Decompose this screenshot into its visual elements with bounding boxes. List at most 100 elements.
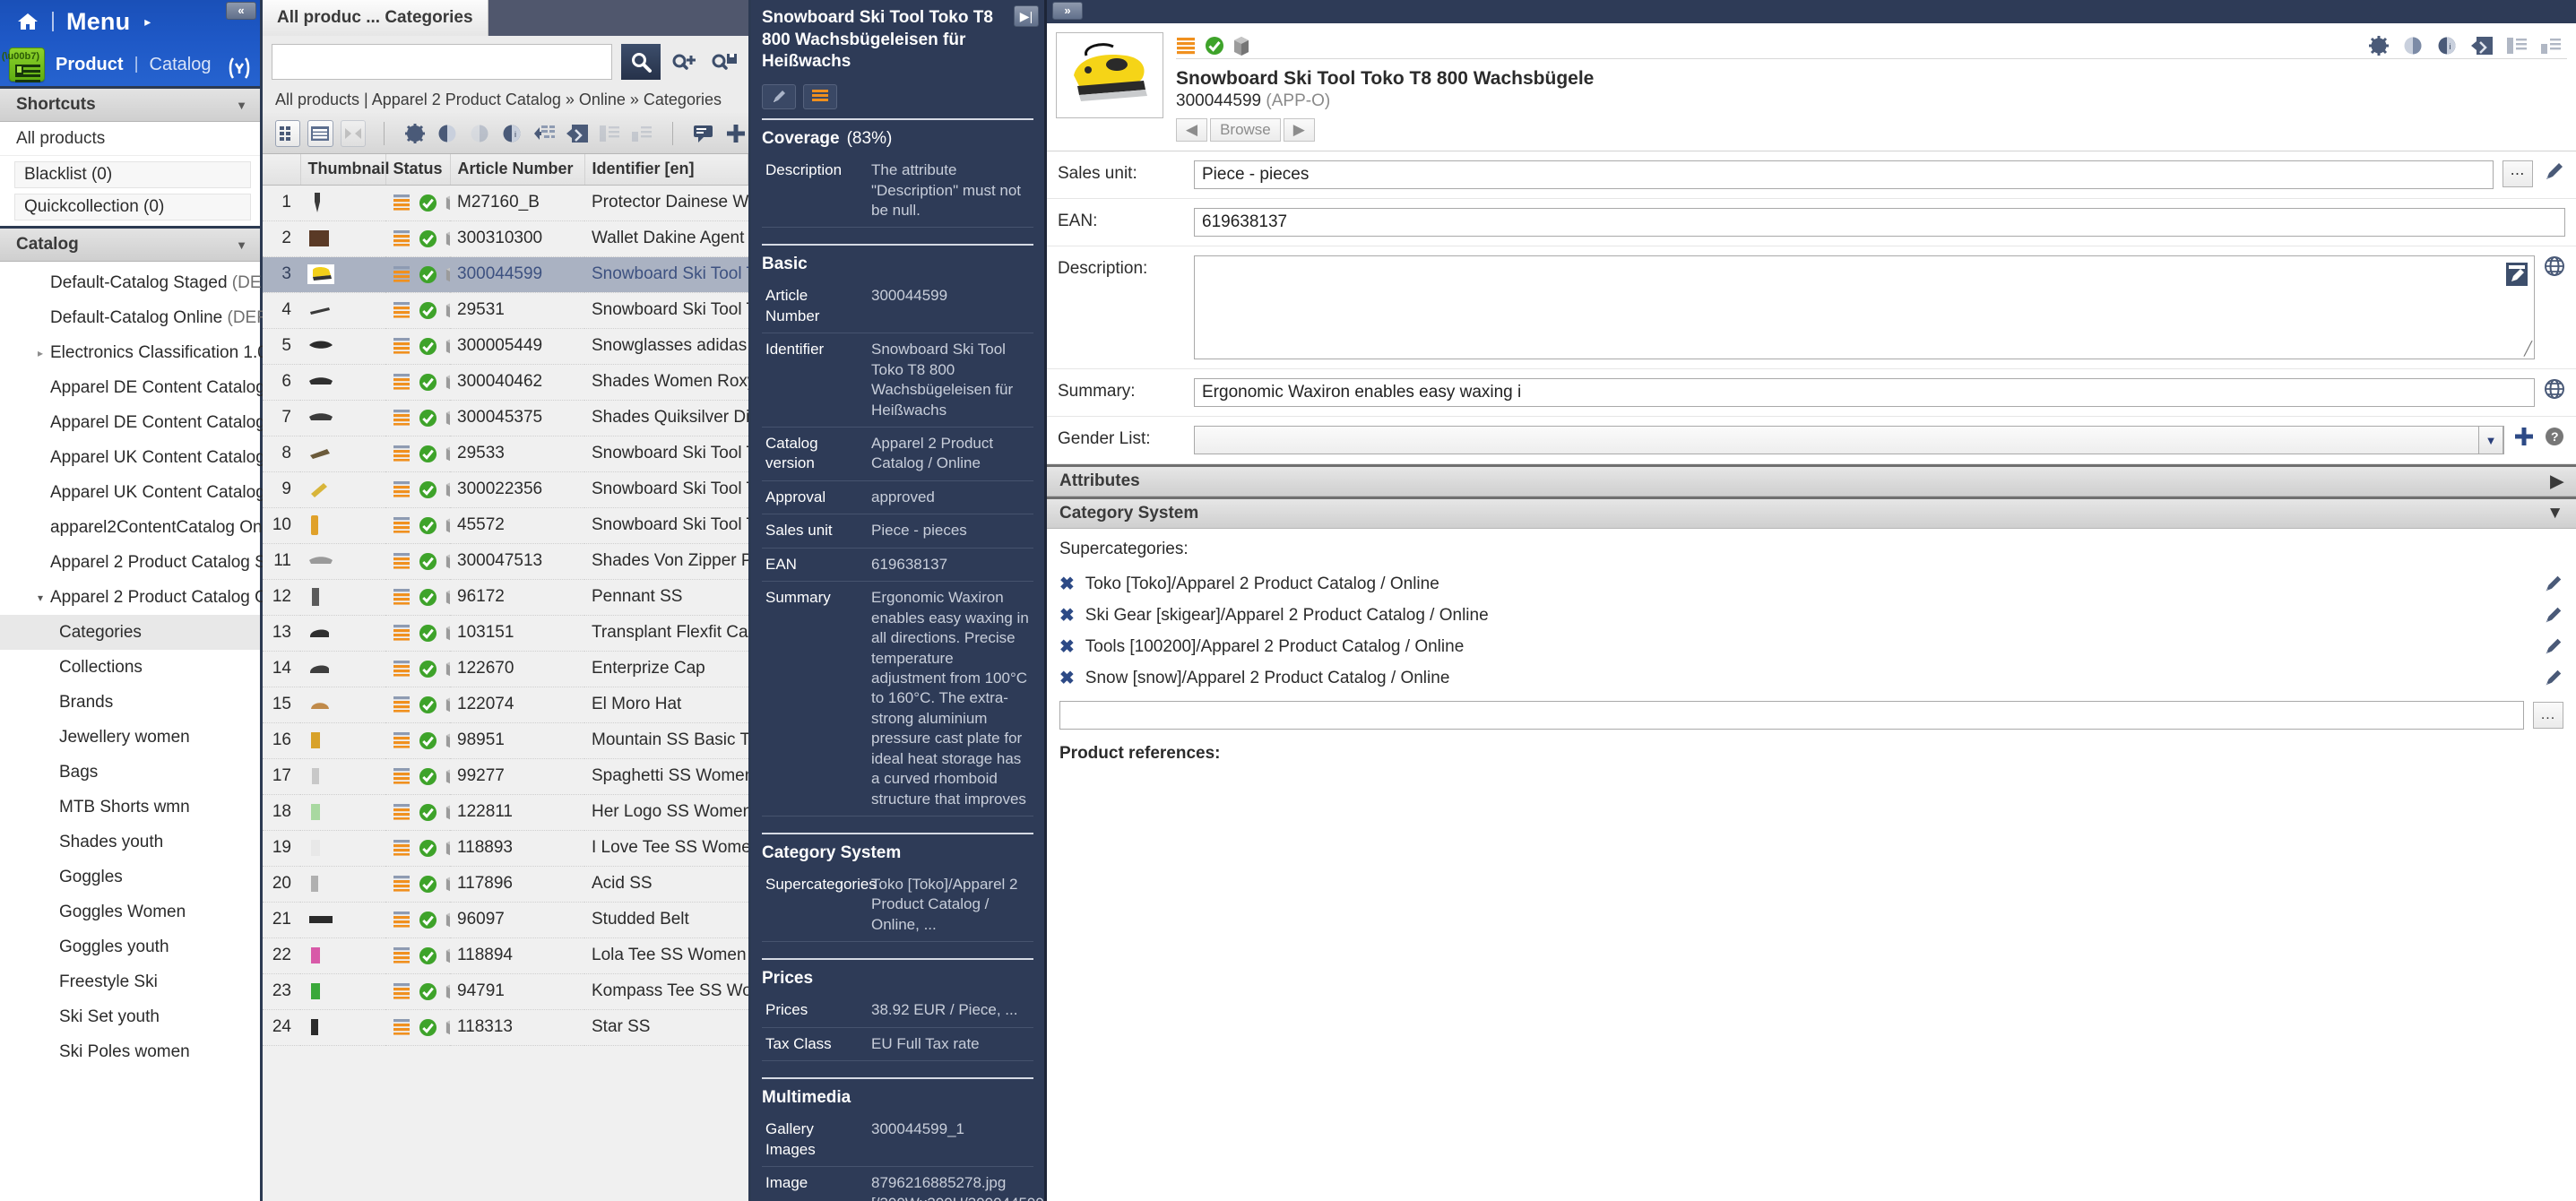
table-row[interactable]: 23 94791Kompass Tee SS Women (263, 973, 748, 1010)
table-column-header[interactable] (263, 154, 301, 186)
browse-label[interactable]: Browse (1210, 118, 1281, 142)
export-pdf-icon[interactable] (2470, 35, 2494, 56)
table-row[interactable]: 24 118313 Star SS (263, 1009, 748, 1046)
comment-icon[interactable] (691, 120, 716, 147)
catalog-tree-item[interactable]: Apparel DE Content Catalog Online (APP-O… (0, 405, 388, 440)
catalog-tree-item[interactable]: Jewellery women (0, 720, 260, 755)
shortcuts-section-header[interactable]: Shortcuts ▼ (0, 86, 260, 122)
sales-unit-input[interactable]: Piece - pieces (1194, 160, 2494, 189)
pencil-icon[interactable] (2542, 160, 2565, 184)
catalog-tree-item[interactable]: Shades youth (0, 825, 260, 860)
browse-next-button[interactable]: ▶ (1283, 118, 1315, 142)
table-row[interactable]: 14 122670 Enterprize Cap (263, 651, 748, 687)
catalog-tree-item[interactable]: ▸Electronics Classification 1.0 (ELE-1) (0, 335, 331, 370)
list-view-icon[interactable] (307, 119, 333, 147)
table-column-header[interactable]: Status (385, 154, 451, 186)
table-row[interactable]: 10 45572Snowboard Ski Tool Toko Waxremove… (263, 507, 748, 544)
accordion-attributes[interactable]: Attributes ▶ (1047, 464, 2576, 497)
add-icon[interactable] (723, 120, 748, 147)
table-row[interactable]: 19 118893 I Love Tee SS Women (263, 830, 748, 867)
summary-input[interactable]: Ergonomic Waxiron enables easy waxing i (1194, 378, 2535, 407)
catalog-tree-item[interactable]: apparel2ContentCatalog Online (APP-O) (0, 510, 358, 545)
help-icon[interactable]: ? (2544, 426, 2565, 447)
indent-right-icon[interactable] (2506, 36, 2528, 56)
table-column-header[interactable]: Article Number (450, 154, 585, 186)
sync-icon[interactable] (532, 120, 557, 147)
table-row[interactable]: 12 96172 Pennant SS (263, 579, 748, 616)
collapse-view-icon[interactable] (340, 119, 366, 147)
table-row[interactable]: 21 96097 Studded Belt (263, 902, 748, 938)
search-add-icon[interactable] (670, 47, 700, 77)
pencil-icon[interactable] (2542, 668, 2563, 689)
chevron-down-icon[interactable]: ▼ (2546, 504, 2563, 523)
supercategory-picker-button[interactable]: ... (2533, 702, 2563, 729)
pencil-icon[interactable] (2542, 636, 2563, 658)
remove-supercategory-icon[interactable]: ✖ (1059, 667, 1075, 689)
globe-icon[interactable] (2544, 255, 2565, 277)
expand-panel-button[interactable]: ▶| (1014, 5, 1039, 27)
catalog-tree-item[interactable]: Ski Set youth (0, 999, 260, 1034)
catalog-tree-item[interactable]: Goggles (0, 860, 260, 894)
table-column-header[interactable]: Identifier [en] (584, 154, 748, 186)
menu-label[interactable]: Menu (66, 8, 130, 36)
table-row[interactable]: 18 122811 Her Logo SS Women (263, 794, 748, 831)
pencil-icon[interactable] (2542, 574, 2563, 595)
add-icon[interactable] (2513, 426, 2535, 447)
table-row[interactable]: 13 103151 Transplant Flexfit Cap (263, 615, 748, 652)
catalog-tree-item[interactable]: Goggles youth (0, 929, 260, 964)
gender-list-select[interactable]: ▼ (1194, 426, 2504, 454)
home-icon[interactable] (16, 12, 39, 31)
chevron-right-icon[interactable]: ▶ (2550, 471, 2563, 492)
search-input[interactable] (272, 44, 612, 80)
catalog-tree-item[interactable]: Categories (0, 615, 260, 650)
table-row[interactable]: 5 300005449Snowglasses adidas eyewear Yod… (263, 328, 748, 365)
table-row[interactable]: 20 117896 Acid SS (263, 866, 748, 903)
table-row[interactable]: 3 300044599Snowboard Ski Tool Toko T8 800… (263, 256, 748, 293)
table-row[interactable]: 15 122074 El Moro Hat (263, 687, 748, 723)
remove-supercategory-icon[interactable]: ✖ (1059, 635, 1075, 658)
tab-all-products-categories[interactable]: All produc ... Categories (263, 0, 488, 36)
ean-input[interactable]: 619638137 (1194, 208, 2565, 237)
table-row[interactable]: 17 99277 Spaghetti SS Women (263, 758, 748, 795)
search-button[interactable] (621, 44, 661, 80)
chevron-down-icon[interactable]: ▼ (236, 99, 247, 112)
chevron-right-icon[interactable]: ▸ (144, 14, 151, 30)
pencil-icon[interactable] (762, 84, 796, 110)
indent-right-icon[interactable] (597, 120, 622, 147)
catalog-tree-item[interactable]: Ski Poles women (0, 1034, 260, 1069)
table-row[interactable]: 9 300022356Snowboard Ski Tool Toko Ergo S… (263, 471, 748, 508)
table-row[interactable]: 11 300047513Shades Von Zipper Papa G whit… (263, 543, 748, 580)
contrast-info-icon[interactable]: i (499, 120, 524, 147)
catalog-tree-item[interactable]: Freestyle Ski (0, 964, 260, 999)
catalog-tree-item[interactable]: Apparel UK Content Catalog Online (APP-O… (0, 475, 388, 510)
grid-view-icon[interactable] (275, 119, 301, 147)
table-row[interactable]: 1 M27160_BProtector Dainese Waistcoat S7 (263, 185, 748, 221)
sidebar-item-quickcollection[interactable]: Quickcollection (0) (14, 194, 251, 220)
catalog-tree-item[interactable]: Apparel UK Content Catalog Staged (APP-S… (0, 440, 391, 475)
table-column-header[interactable]: Thumbnail (300, 154, 390, 186)
contrast-icon[interactable] (435, 120, 460, 147)
catalog-section-header[interactable]: Catalog ▼ (0, 226, 260, 262)
supercategory-input[interactable] (1059, 701, 2524, 730)
pencil-icon[interactable] (2542, 605, 2563, 626)
breadcrumb-product[interactable]: Product (56, 55, 124, 75)
sales-unit-picker-button[interactable]: ⋯ (2503, 160, 2533, 187)
sidebar-item-all-products[interactable]: All products (0, 122, 260, 156)
globe-icon[interactable] (2544, 378, 2565, 400)
contrast-half-icon[interactable] (2402, 35, 2424, 56)
description-textarea[interactable]: ╱ (1194, 255, 2535, 359)
gear-icon[interactable] (402, 120, 428, 147)
contrast-half-icon[interactable] (467, 120, 492, 147)
catalog-tree-item[interactable]: Brands (0, 685, 260, 720)
tree-twisty-icon[interactable]: ▾ (30, 592, 50, 604)
contrast-info-icon[interactable]: i (2436, 35, 2458, 56)
chevron-down-icon[interactable]: ▼ (2478, 426, 2503, 454)
catalog-tree-item[interactable]: Apparel DE Content Catalog Staged (APP-S… (0, 370, 391, 405)
sidebar-item-blacklist[interactable]: Blacklist (0) (14, 161, 251, 188)
catalog-tree-item[interactable]: MTB Shorts wmn (0, 790, 260, 825)
breadcrumb-catalog[interactable]: Catalog (150, 55, 212, 75)
catalog-tree-item[interactable]: Default-Catalog Online (DEF-O) (0, 300, 291, 335)
rich-text-editor-icon[interactable] (2505, 262, 2528, 287)
table-row[interactable]: 16 98951Mountain SS Basic Tee Logo youth (263, 722, 748, 759)
status-bars-icon[interactable] (1176, 37, 1196, 55)
